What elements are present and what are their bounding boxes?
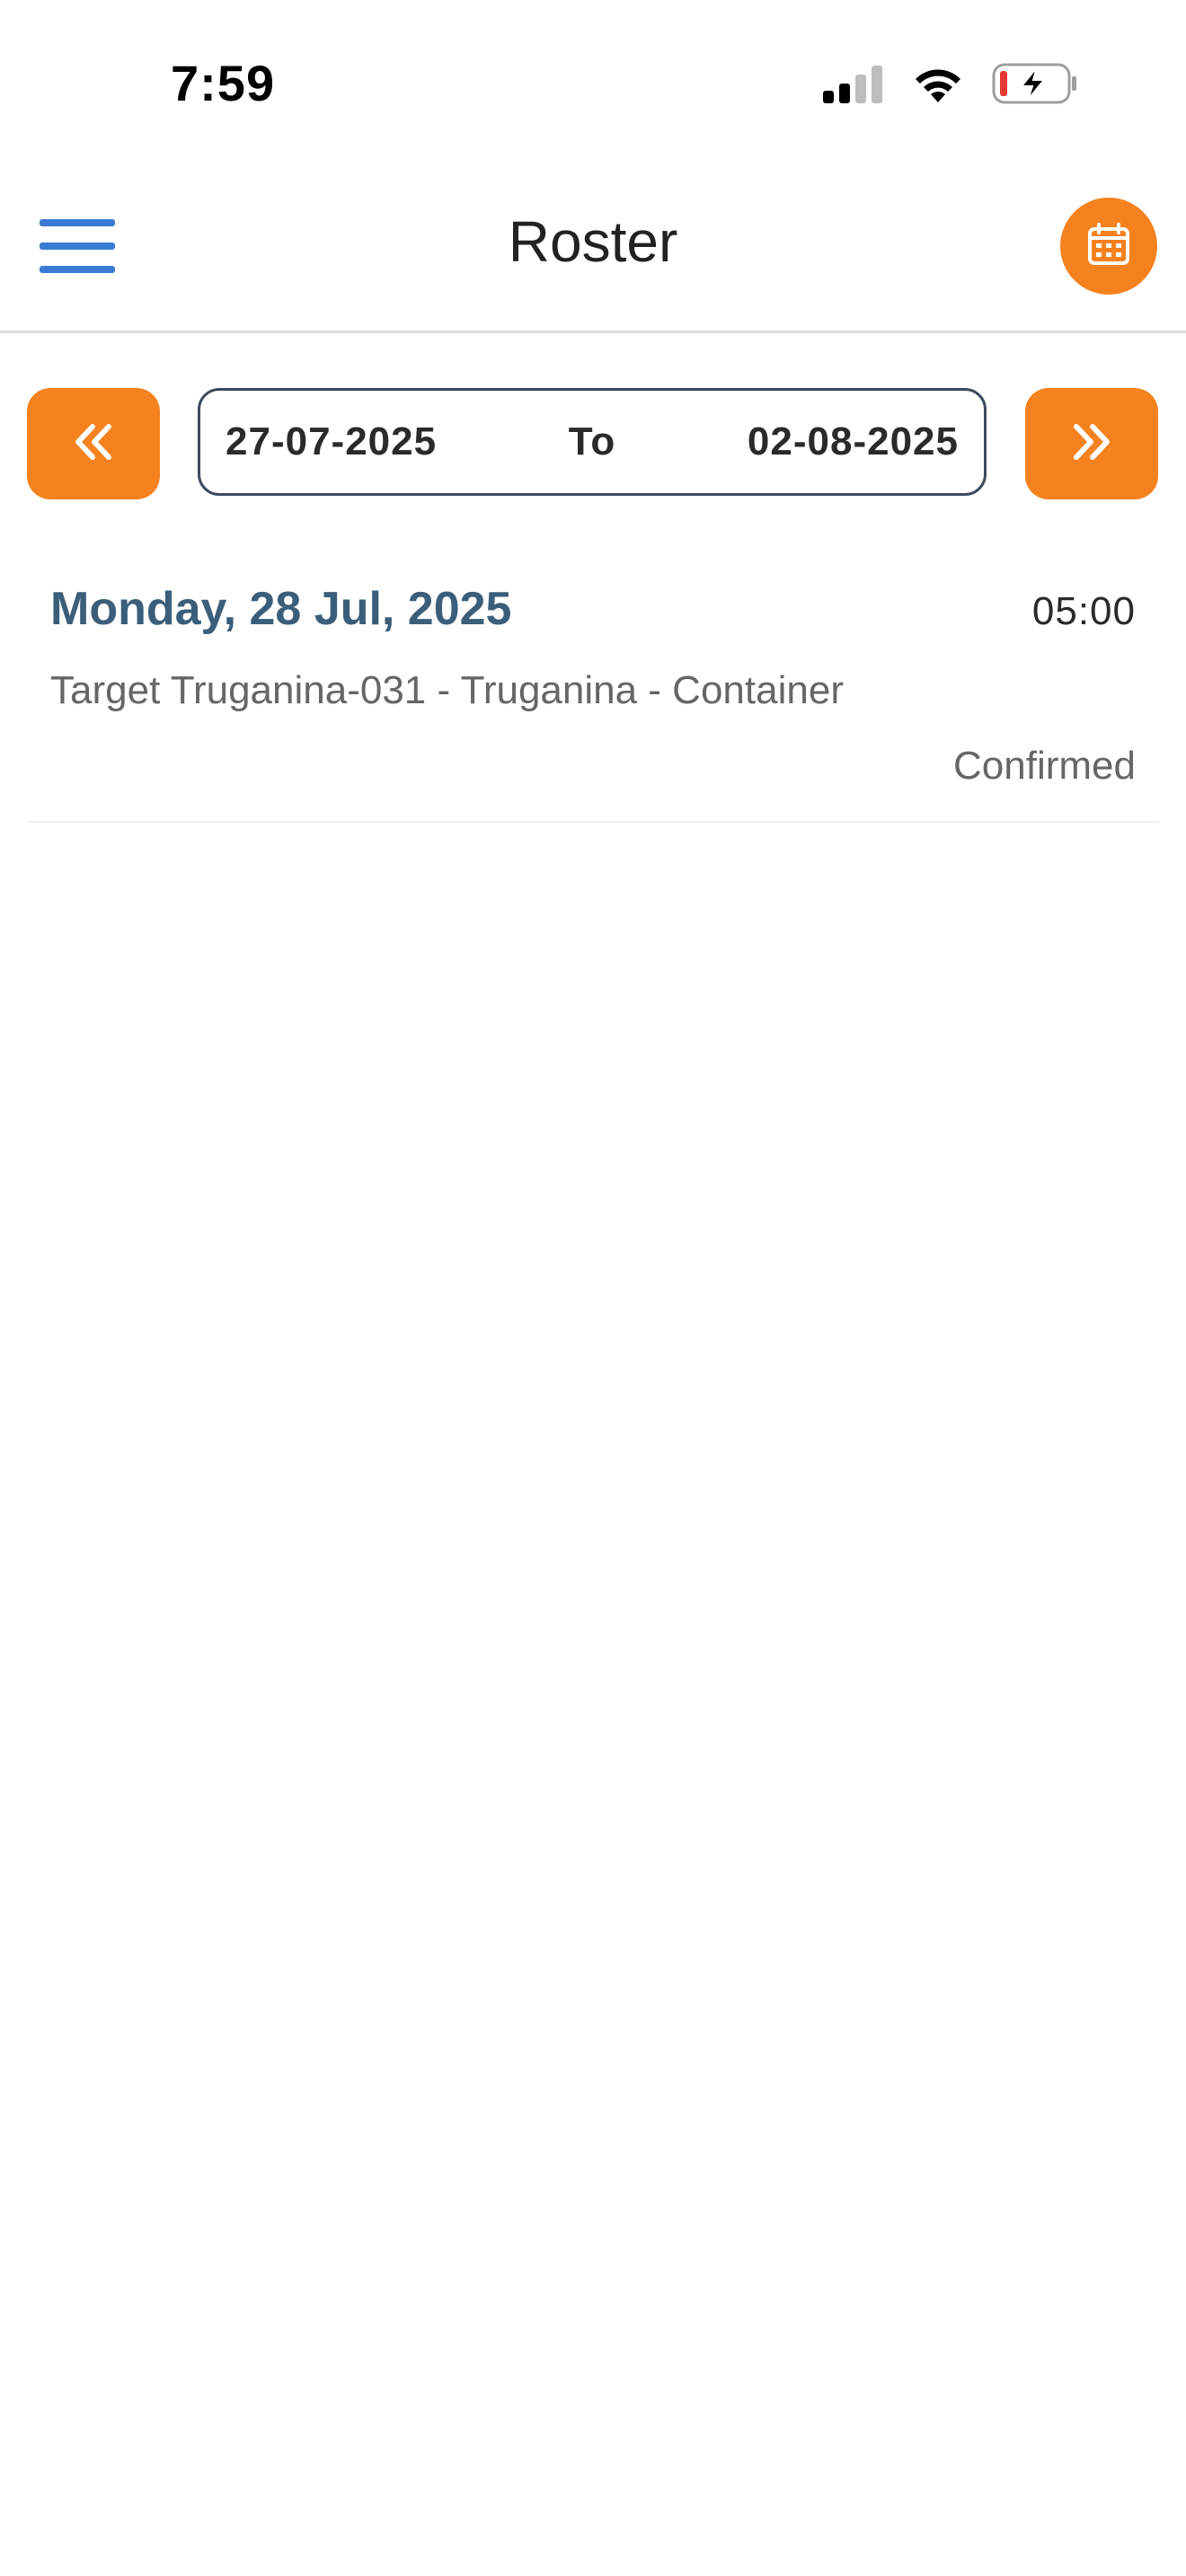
range-end-date: 02-08-2025 bbox=[747, 419, 959, 463]
double-chevron-left-icon bbox=[71, 423, 116, 465]
previous-week-button[interactable] bbox=[27, 388, 160, 499]
double-chevron-right-icon bbox=[1069, 423, 1114, 465]
shift-date: Monday, 28 Jul, 2025 bbox=[50, 583, 512, 635]
calendar-button[interactable] bbox=[1060, 198, 1157, 295]
battery-charging-icon bbox=[992, 63, 1078, 109]
calendar-icon bbox=[1086, 222, 1131, 271]
range-separator: To bbox=[568, 419, 616, 463]
status-time: 7:59 bbox=[171, 55, 276, 111]
shift-time: 05:00 bbox=[1031, 589, 1136, 633]
range-start-date: 27-07-2025 bbox=[226, 419, 438, 463]
date-range-field[interactable]: 27-07-2025 To 02-08-2025 bbox=[198, 388, 987, 496]
shift-status: Confirmed bbox=[953, 744, 1136, 788]
cellular-signal-icon bbox=[823, 64, 884, 108]
date-range-selector: 27-07-2025 To 02-08-2025 bbox=[0, 388, 1186, 499]
app-header: Roster bbox=[0, 171, 1186, 333]
page-title: Roster bbox=[508, 209, 678, 274]
status-bar: 7:59 bbox=[0, 0, 1186, 171]
shift-location: Target Truganina-031 - Truganina - Conta… bbox=[50, 668, 844, 712]
roster-list-item[interactable]: Monday, 28 Jul, 2025 05:00 Target Trugan… bbox=[27, 557, 1159, 823]
roster-screen: 7:59 Roster 27-07-2025 To 02-08-2025 Mon… bbox=[0, 0, 1186, 2576]
next-week-button[interactable] bbox=[1025, 388, 1158, 499]
wifi-icon bbox=[911, 63, 965, 109]
status-icons bbox=[823, 63, 1078, 109]
